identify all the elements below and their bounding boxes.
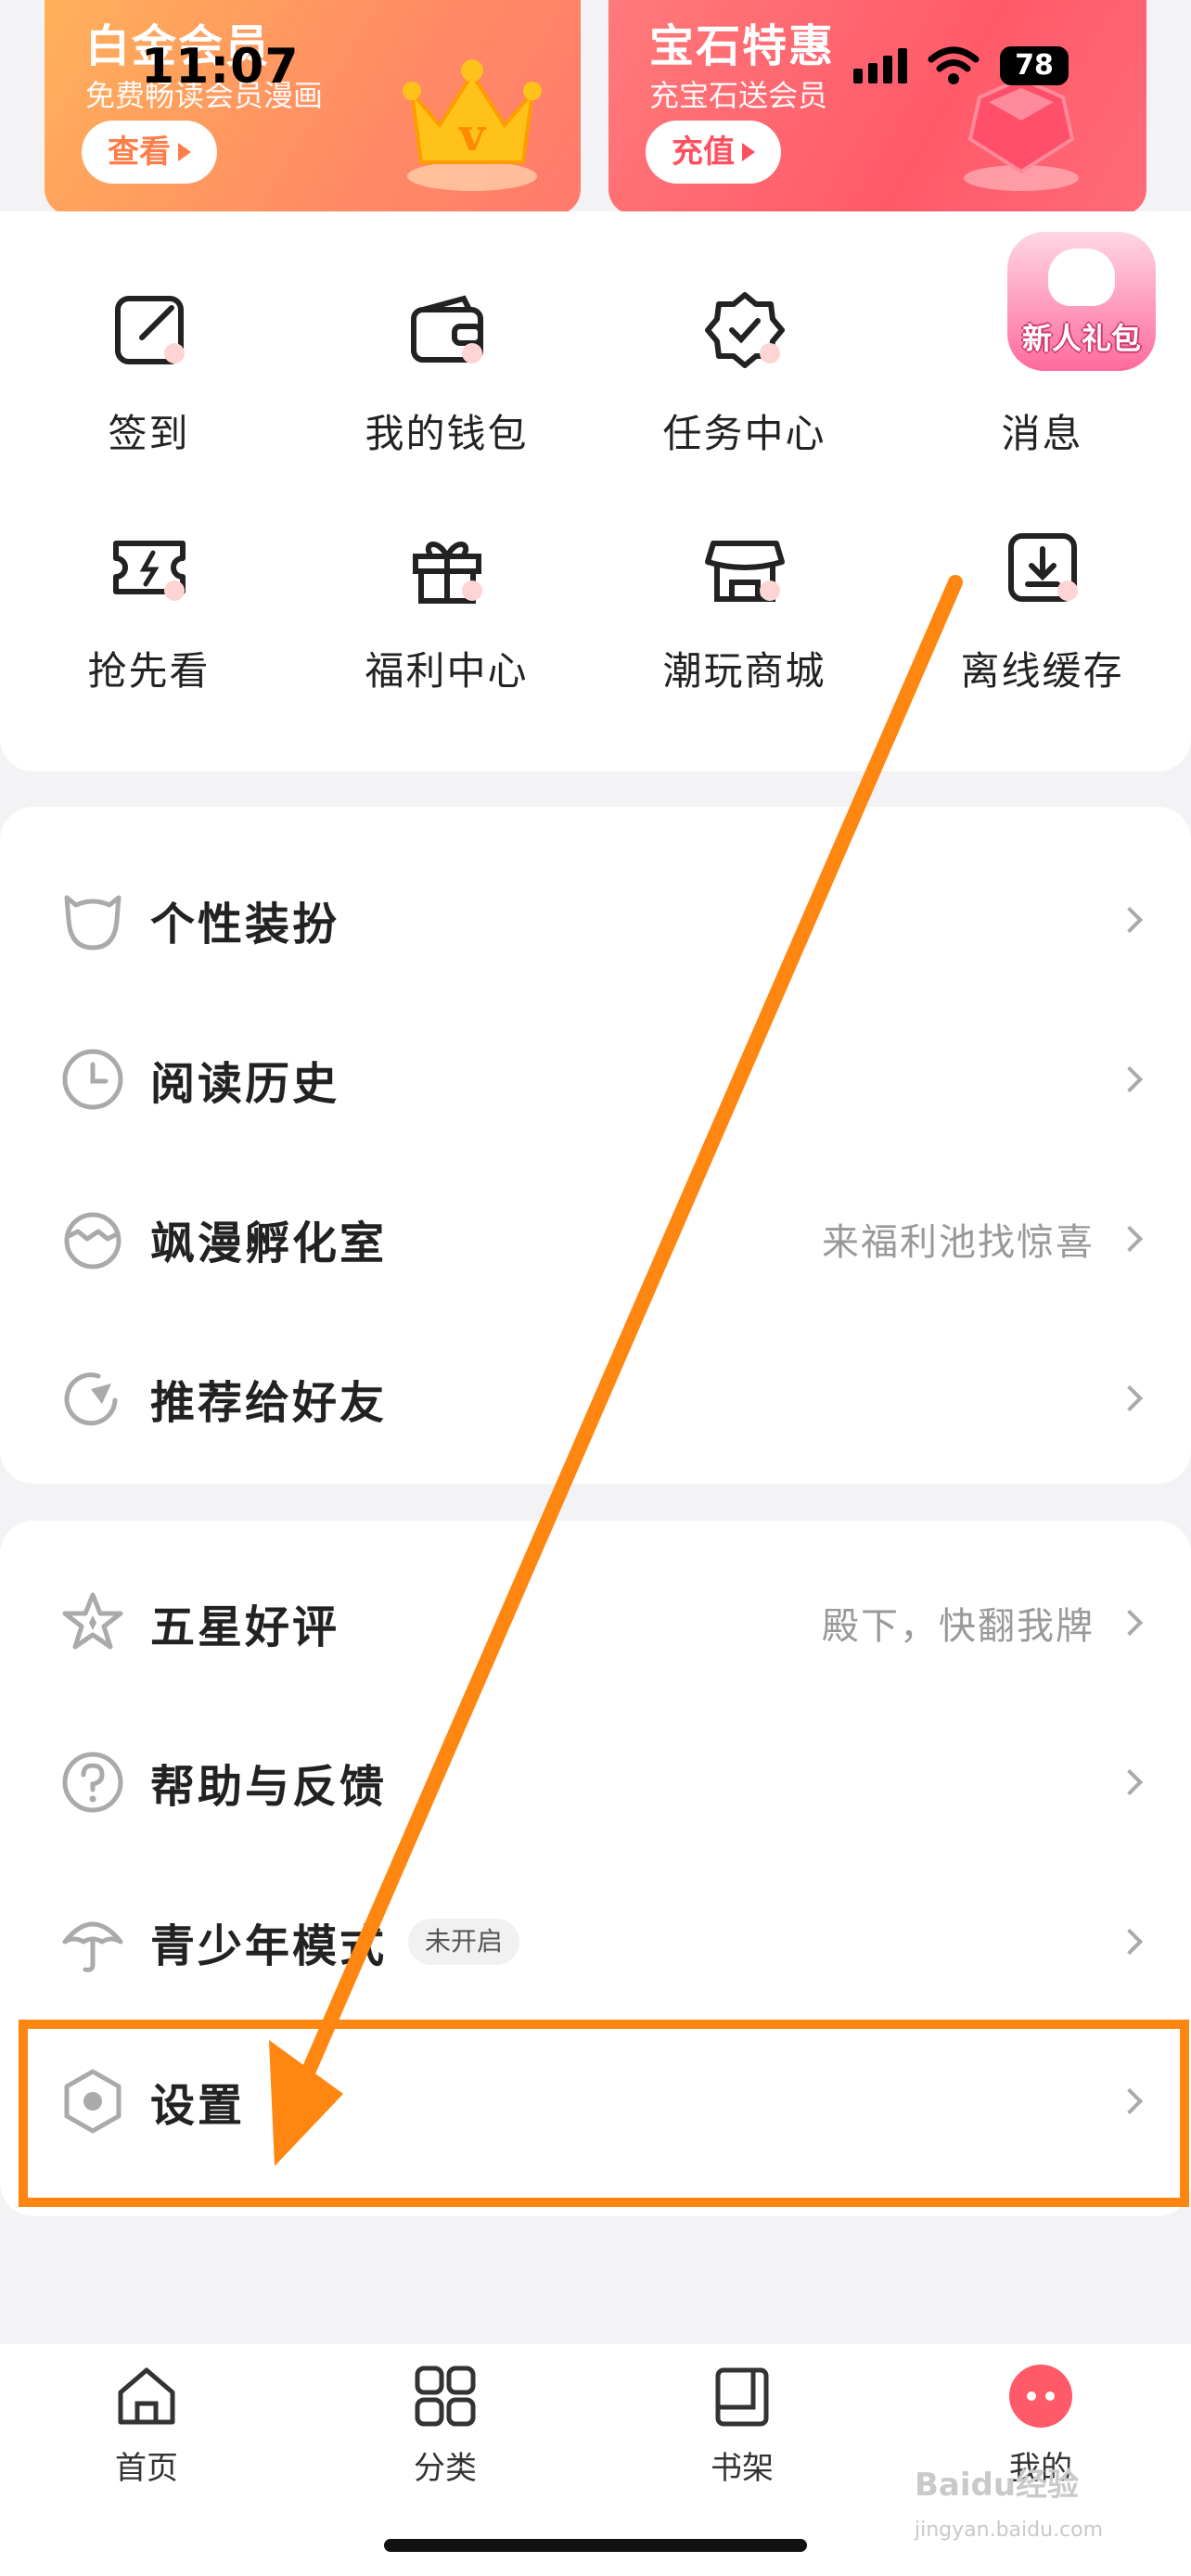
home-indicator[interactable] bbox=[384, 2539, 807, 2552]
menu-row-hint: 来福利池找惊喜 bbox=[822, 1221, 1095, 1264]
gem-banner-title: 宝石特惠 bbox=[649, 20, 836, 72]
quick-label: 任务中心 bbox=[662, 411, 826, 456]
menu-row-label: 青少年模式 bbox=[150, 1920, 388, 1972]
chevron-right-icon bbox=[1116, 906, 1144, 934]
gem-recharge-button[interactable]: 充值 bbox=[646, 121, 781, 184]
tab-label: 首页 bbox=[115, 2450, 178, 2487]
menu-row-teen-mode[interactable]: 青少年模式 未开启 bbox=[0, 1862, 1191, 2021]
quick-sign-in[interactable]: 签到 bbox=[0, 286, 298, 462]
share-arrow-icon bbox=[58, 1363, 128, 1434]
menu-row-reading-history[interactable]: 阅读历史 bbox=[0, 1000, 1191, 1159]
chevron-right-icon bbox=[1116, 1768, 1144, 1796]
quick-label: 离线缓存 bbox=[960, 648, 1124, 694]
quick-task-center[interactable]: 任务中心 bbox=[596, 286, 893, 462]
store-icon bbox=[700, 523, 789, 612]
menu-row-label: 推荐给好友 bbox=[150, 1377, 388, 1429]
vip-view-button[interactable]: 查看 bbox=[82, 121, 217, 184]
ticket-icon bbox=[105, 523, 194, 612]
status-badge: 未开启 bbox=[408, 1919, 520, 1965]
menu-row-help-feedback[interactable]: 帮助与反馈 bbox=[0, 1702, 1191, 1862]
quick-welfare-center[interactable]: 福利中心 bbox=[298, 523, 596, 699]
quick-label: 消息 bbox=[1001, 411, 1083, 456]
umbrella-icon bbox=[58, 1906, 128, 1977]
gem-recharge-button-label: 充值 bbox=[672, 134, 735, 171]
wifi-icon bbox=[928, 46, 980, 84]
sign-in-icon bbox=[105, 286, 194, 375]
chevron-right-icon bbox=[1116, 1065, 1144, 1093]
quick-label: 福利中心 bbox=[365, 648, 529, 694]
menu-row-label: 阅读历史 bbox=[150, 1058, 340, 1110]
status-time: 11:07 bbox=[141, 39, 300, 95]
star-icon bbox=[58, 1588, 128, 1658]
quick-label: 我的钱包 bbox=[365, 411, 529, 456]
watermark: Baidu经验 bbox=[915, 2467, 1080, 2504]
play-triangle-icon bbox=[742, 143, 755, 161]
quick-label: 抢先看 bbox=[87, 648, 211, 694]
quick-toy-store[interactable]: 潮玩商城 bbox=[596, 523, 893, 699]
menu-row-label: 五星好评 bbox=[150, 1601, 340, 1653]
tab-label: 分类 bbox=[414, 2450, 477, 2487]
chevron-right-icon bbox=[1116, 1609, 1144, 1637]
quick-wallet[interactable]: 我的钱包 bbox=[298, 286, 596, 462]
clock-icon bbox=[58, 1044, 128, 1115]
new-user-gift-badge[interactable]: 新人礼包 bbox=[1007, 232, 1156, 371]
quick-early-access[interactable]: 抢先看 bbox=[0, 523, 298, 699]
tab-home[interactable]: 首页 bbox=[54, 2361, 239, 2488]
vip-banner[interactable]: 白金会员 免费畅读会员漫画 查看 v bbox=[45, 0, 581, 215]
grid-icon bbox=[415, 2366, 476, 2427]
menu-row-hint: 殿下，快翻我牌 bbox=[822, 1605, 1095, 1648]
watermark-url: jingyan.baidu.com bbox=[915, 2519, 1104, 2542]
menu-row-label: 飒漫孵化室 bbox=[150, 1218, 388, 1269]
quick-label: 潮玩商城 bbox=[662, 648, 826, 694]
chevron-right-icon bbox=[1116, 1384, 1144, 1412]
mascot-icon bbox=[1048, 249, 1115, 306]
gem-banner-subtitle: 充宝石送会员 bbox=[649, 78, 828, 113]
menu-row-five-star-review[interactable]: 五星好评 殿下，快翻我牌 bbox=[0, 1543, 1191, 1702]
cellular-signal-icon bbox=[853, 48, 907, 83]
vip-view-button-label: 查看 bbox=[108, 134, 171, 171]
gem-banner[interactable]: 宝石特惠 充宝石送会员 充值 bbox=[608, 0, 1146, 215]
chevron-right-icon bbox=[1116, 1225, 1144, 1253]
menu-list-card-1: 个性装扮 阅读历史 飒漫孵化室 来福利池找惊喜 推荐给好友 bbox=[0, 807, 1191, 1484]
play-triangle-icon bbox=[178, 143, 191, 161]
battery-icon: 78 bbox=[1000, 46, 1069, 85]
quick-offline-cache[interactable]: 离线缓存 bbox=[893, 523, 1191, 699]
menu-row-label: 个性装扮 bbox=[150, 899, 340, 950]
crown-icon: v bbox=[403, 59, 542, 191]
profile-icon bbox=[1009, 2365, 1072, 2428]
settings-highlight-box bbox=[19, 2020, 1189, 2207]
svg-text:v: v bbox=[458, 109, 487, 161]
menu-row-recommend-friends[interactable]: 推荐给好友 bbox=[0, 1319, 1191, 1478]
egg-cup-icon bbox=[58, 1204, 128, 1274]
wallet-icon bbox=[403, 286, 492, 375]
quick-label: 签到 bbox=[108, 411, 190, 456]
tab-label: 书架 bbox=[711, 2450, 774, 2487]
gift-badge-label: 新人礼包 bbox=[1021, 321, 1141, 356]
tab-category[interactable]: 分类 bbox=[352, 2361, 538, 2488]
badge-check-icon bbox=[700, 286, 789, 375]
tab-bookshelf[interactable]: 书架 bbox=[649, 2361, 835, 2488]
question-circle-icon bbox=[58, 1747, 128, 1817]
menu-row-incubator[interactable]: 飒漫孵化室 来福利池找惊喜 bbox=[0, 1159, 1191, 1319]
menu-row-label: 帮助与反馈 bbox=[150, 1761, 388, 1813]
menu-row-dress-up[interactable]: 个性装扮 bbox=[0, 840, 1191, 1000]
gift-icon bbox=[403, 523, 492, 612]
home-icon bbox=[118, 2367, 175, 2425]
bookshelf-icon bbox=[715, 2367, 769, 2427]
chevron-right-icon bbox=[1116, 1928, 1144, 1956]
status-icons: 78 bbox=[853, 46, 1069, 85]
cat-face-icon bbox=[58, 885, 128, 955]
download-icon bbox=[998, 523, 1087, 612]
